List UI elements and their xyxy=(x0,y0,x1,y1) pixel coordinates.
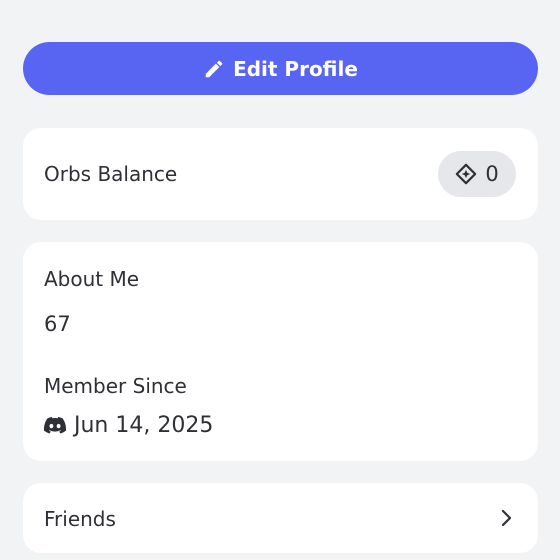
orbs-balance-value: 0 xyxy=(485,162,499,186)
pencil-icon xyxy=(203,58,225,80)
edit-profile-label: Edit Profile xyxy=(233,56,358,81)
member-since-date: Jun 14, 2025 xyxy=(74,413,214,438)
edit-profile-button[interactable]: Edit Profile xyxy=(23,42,538,95)
orb-icon xyxy=(455,163,477,185)
chevron-right-icon xyxy=(500,507,514,529)
friends-label: Friends xyxy=(44,507,116,531)
friends-row[interactable]: Friends xyxy=(23,483,538,553)
orbs-balance-card: Orbs Balance 0 xyxy=(23,128,538,220)
about-card: About Me 67 Member Since Jun 14, 2025 xyxy=(23,242,538,461)
member-since-title: Member Since xyxy=(44,374,187,398)
orbs-balance-label: Orbs Balance xyxy=(44,162,178,186)
about-me-title: About Me xyxy=(44,267,140,291)
member-since-row: Jun 14, 2025 xyxy=(44,413,213,438)
previous-section-text-fragment: · · · · · · · xyxy=(44,0,148,11)
about-me-value: 67 xyxy=(44,312,71,336)
discord-icon xyxy=(44,416,66,436)
orbs-balance-pill[interactable]: 0 xyxy=(438,151,516,197)
